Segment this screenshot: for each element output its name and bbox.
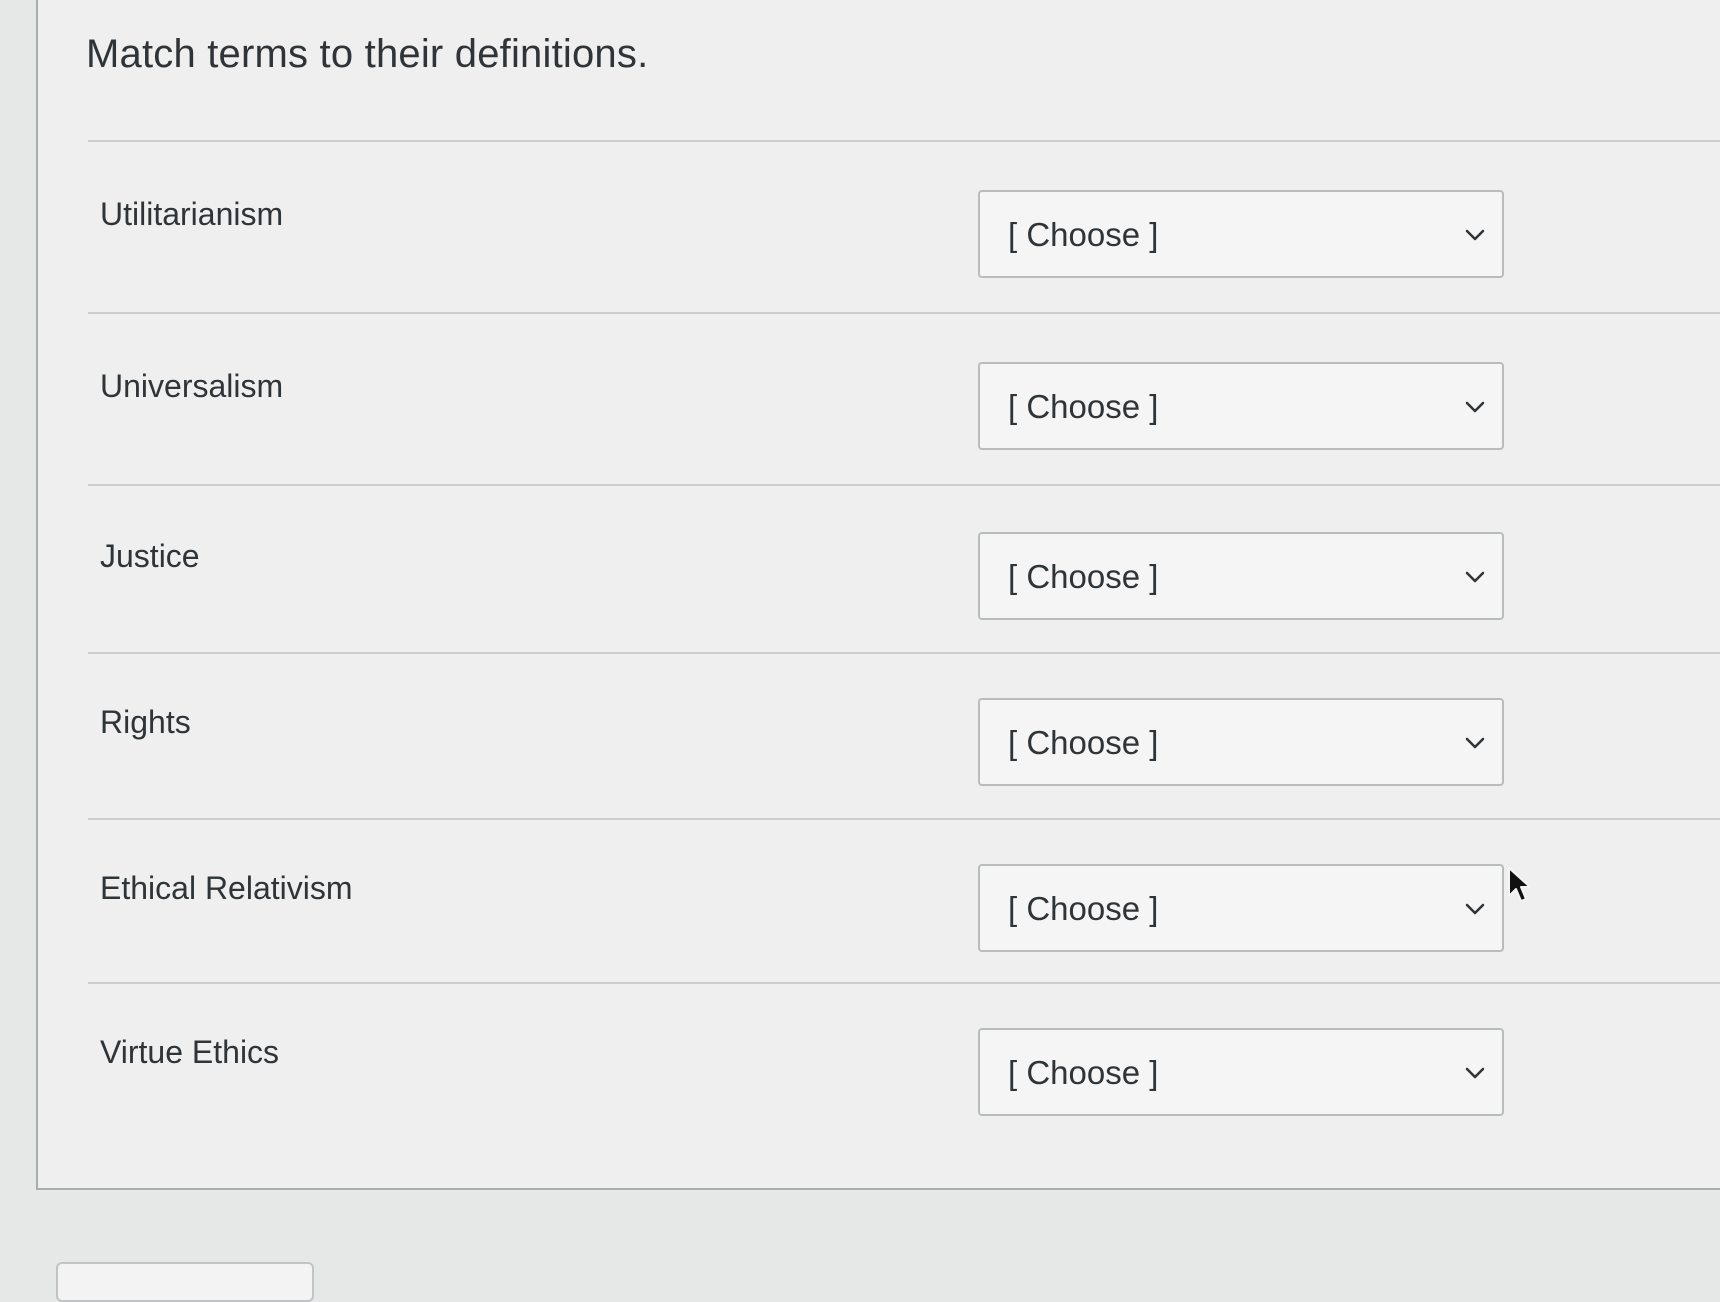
answer-row-universalism: Universalism [ Choose ] [38,344,1720,504]
answer-row-justice: Justice [ Choose ] [38,514,1720,674]
select-value: [ Choose ] [1008,890,1159,927]
answer-row-utilitarianism: Utilitarianism [ Choose ] [38,172,1720,332]
chevron-down-icon [1465,229,1485,241]
question-text: Match terms to their definitions. [86,32,649,76]
answer-row-rights: Rights [ Choose ] [38,680,1720,840]
definition-select-ethical-relativism[interactable]: [ Choose ] [978,864,1504,952]
select-value: [ Choose ] [1008,388,1159,425]
chevron-down-icon [1465,903,1485,915]
definition-select-universalism[interactable]: [ Choose ] [978,362,1504,450]
definition-select-rights[interactable]: [ Choose ] [978,698,1504,786]
term-label-rights: Rights [100,704,191,740]
answer-row-virtue-ethics: Virtue Ethics [ Choose ] [38,1010,1720,1170]
question-panel: Match terms to their definitions. Utilit… [36,0,1720,1190]
term-label-utilitarianism: Utilitarianism [100,196,284,232]
divider [88,312,1720,314]
term-label-virtue-ethics: Virtue Ethics [100,1034,280,1070]
divider [88,652,1720,654]
divider [88,818,1720,820]
select-value: [ Choose ] [1008,724,1159,761]
select-value: [ Choose ] [1008,558,1159,595]
chevron-down-icon [1465,737,1485,749]
footer-button[interactable] [56,1262,314,1302]
chevron-down-icon [1465,571,1485,583]
term-label-justice: Justice [100,538,200,574]
term-label-universalism: Universalism [100,368,284,404]
definition-select-utilitarianism[interactable]: [ Choose ] [978,190,1504,278]
select-value: [ Choose ] [1008,216,1159,253]
definition-select-justice[interactable]: [ Choose ] [978,532,1504,620]
divider [88,982,1720,984]
chevron-down-icon [1465,401,1485,413]
select-value: [ Choose ] [1008,1054,1159,1091]
divider [88,140,1720,142]
term-label-ethical-relativism: Ethical Relativism [100,870,353,906]
chevron-down-icon [1465,1067,1485,1079]
definition-select-virtue-ethics[interactable]: [ Choose ] [978,1028,1504,1116]
mouse-pointer-icon [1508,867,1531,902]
divider [88,484,1720,486]
